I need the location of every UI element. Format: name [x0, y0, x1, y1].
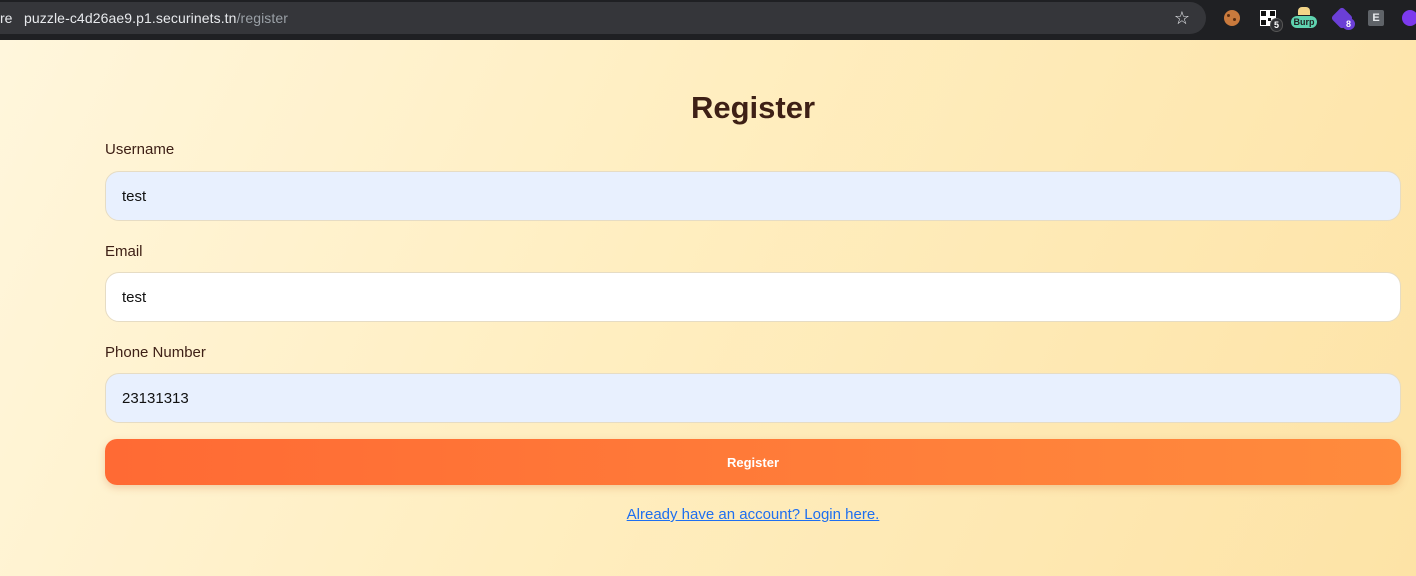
site-info-fragment[interactable]: re: [0, 10, 12, 26]
address-bar[interactable]: re puzzle-c4d26ae9.p1.securinets.tn/regi…: [0, 2, 1206, 34]
qr-code-icon[interactable]: 5: [1258, 8, 1284, 32]
burp-label: Burp: [1291, 16, 1317, 28]
login-link[interactable]: Already have an account? Login here.: [627, 506, 880, 523]
login-link-container: Already have an account? Login here.: [105, 506, 1401, 523]
username-input[interactable]: [105, 171, 1401, 221]
url-host: puzzle-c4d26ae9.p1.securinets.tn: [24, 10, 237, 26]
extension-overflow-icon[interactable]: [1400, 8, 1416, 28]
qr-badge: 5: [1270, 18, 1284, 32]
e-extension-label: E: [1368, 10, 1384, 26]
phone-label: Phone Number: [105, 344, 206, 361]
register-page: Register Username Email Phone Number Reg…: [0, 40, 1416, 576]
register-button[interactable]: Register: [105, 439, 1401, 485]
page-title: Register: [690, 90, 816, 125]
burp-icon[interactable]: Burp: [1290, 7, 1318, 28]
url-text[interactable]: puzzle-c4d26ae9.p1.securinets.tn/registe…: [24, 10, 288, 26]
email-input[interactable]: [105, 272, 1401, 322]
cookie-editor-icon[interactable]: [1222, 8, 1242, 28]
shard-icon[interactable]: 8: [1330, 6, 1356, 30]
username-label: Username: [105, 141, 175, 158]
email-label: Email: [105, 243, 143, 260]
bookmark-star-icon[interactable]: ☆: [1171, 7, 1193, 29]
phone-input[interactable]: [105, 373, 1401, 423]
browser-toolbar: re puzzle-c4d26ae9.p1.securinets.tn/regi…: [0, 0, 1416, 40]
url-path: /register: [236, 10, 289, 26]
e-extension-icon[interactable]: E: [1366, 8, 1386, 28]
shard-badge: 8: [1342, 18, 1356, 30]
